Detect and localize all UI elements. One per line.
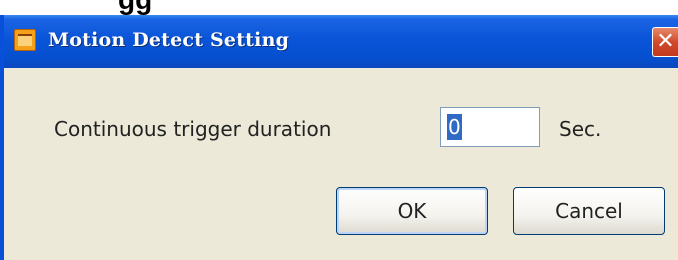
motion-detect-dialog: Motion Detect Setting ✕ Continuous trigg… (0, 15, 678, 260)
dialog-title: Motion Detect Setting (48, 29, 290, 51)
duration-value: 0 (447, 114, 462, 140)
background-window-title-fragment: gg (118, 0, 152, 14)
duration-input[interactable]: 0 (440, 107, 540, 147)
unit-label: Sec. (559, 117, 602, 141)
close-button[interactable]: ✕ (652, 27, 678, 57)
cancel-button[interactable]: Cancel (513, 187, 665, 235)
duration-label: Continuous trigger duration (54, 117, 332, 141)
title-bar[interactable]: Motion Detect Setting ✕ (4, 15, 678, 68)
app-icon (14, 29, 36, 51)
ok-button[interactable]: OK (336, 187, 488, 235)
close-icon: ✕ (656, 29, 675, 54)
